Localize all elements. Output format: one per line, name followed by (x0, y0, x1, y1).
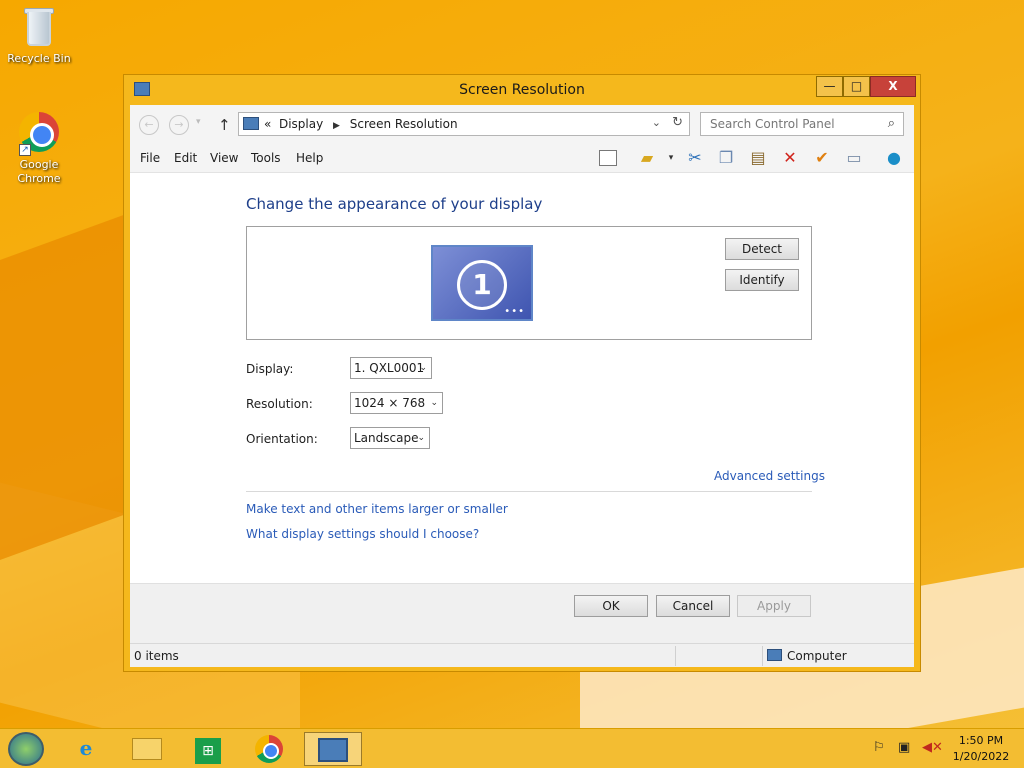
title-bar[interactable]: Screen Resolution — □ X (124, 75, 920, 105)
up-button[interactable]: ↑ (218, 116, 231, 134)
folder-views-icon[interactable]: ▰ (636, 147, 658, 169)
refresh-icon[interactable]: ↻ (672, 115, 683, 130)
page-title: Change the appearance of your display (246, 195, 543, 213)
navigation-bar: ← → ▾ ↑ « Display ▶ Screen Resolution ⌄ … (130, 105, 914, 145)
menu-edit[interactable]: Edit (174, 151, 197, 165)
search-icon[interactable]: ⌕ (888, 116, 895, 131)
chevron-down-icon: ⌄ (419, 363, 427, 373)
recent-pages-chevron-icon[interactable]: ▾ (196, 117, 201, 127)
monitor-1-icon[interactable]: 1 ••• (431, 245, 533, 321)
display-help-link[interactable]: What display settings should I choose? (246, 527, 479, 541)
dialog-footer: OK Cancel Apply (130, 583, 914, 643)
display-label: Display: (246, 362, 294, 376)
window-client-area: ← → ▾ ↑ « Display ▶ Screen Resolution ⌄ … (130, 105, 914, 667)
display-icon (243, 117, 259, 130)
breadcrumb-overflow[interactable]: « (264, 117, 271, 131)
monitor-preview: 1 ••• Detect Identify (246, 226, 812, 340)
screen-resolution-window: Screen Resolution — □ X ← → ▾ ↑ « Displa… (123, 74, 921, 672)
resolution-select-value: 1024 × 768 (354, 396, 426, 410)
detect-button[interactable]: Detect (725, 238, 799, 260)
delete-icon[interactable]: ✕ (779, 147, 801, 169)
desktop-icon-label: Recycle Bin (7, 52, 71, 65)
breadcrumb: « Display ▶ Screen Resolution (264, 117, 458, 131)
status-location: Computer (787, 649, 847, 663)
breadcrumb-separator-icon[interactable]: ▶ (333, 121, 340, 131)
internet-explorer-icon[interactable]: e (60, 732, 112, 766)
close-button[interactable]: X (870, 76, 916, 97)
monitor-dots-icon: ••• (504, 306, 525, 317)
computer-icon (767, 649, 782, 661)
taskbar: e ⊞ ⚐ ▣ ◀✕ 1:50 PM 1/20/2022 (0, 728, 1024, 768)
menu-tools[interactable]: Tools (251, 151, 281, 165)
divider (246, 491, 812, 492)
menu-help[interactable]: Help (296, 151, 323, 165)
window-title: Screen Resolution (459, 82, 585, 98)
clock-date: 1/20/2022 (952, 750, 1010, 763)
views-dropdown-icon[interactable]: ▾ (660, 147, 682, 169)
orientation-select-value: Landscape (354, 431, 419, 445)
breadcrumb-screen-resolution[interactable]: Screen Resolution (350, 117, 458, 131)
control-panel-taskbar-icon[interactable] (304, 732, 362, 766)
paste-icon[interactable]: ▤ (747, 147, 769, 169)
resolution-label: Resolution: (246, 397, 313, 411)
status-divider (675, 646, 676, 666)
menu-bar: File Edit View Tools Help ▰ ▾ ✂ ❐ ▤ ✕ ✔ … (130, 145, 914, 173)
system-clock[interactable]: 1:50 PM 1/20/2022 (948, 733, 1014, 765)
chevron-down-icon: ⌄ (430, 398, 438, 408)
rename-icon[interactable]: ▭ (843, 147, 865, 169)
display-select[interactable]: 1. QXL0001 ⌄ (350, 357, 432, 379)
chrome-icon: ↗ (19, 112, 59, 156)
orientation-select[interactable]: Landscape ⌄ (350, 427, 430, 449)
item-count: 0 items (134, 649, 179, 663)
network-icon[interactable]: ▣ (898, 740, 910, 755)
identify-button[interactable]: Identify (725, 269, 799, 291)
ok-button[interactable]: OK (574, 595, 648, 617)
shortcut-arrow-icon: ↗ (19, 144, 31, 156)
desktop-icon-recycle-bin[interactable]: Recycle Bin (2, 6, 76, 65)
resolution-select[interactable]: 1024 × 768 ⌄ (350, 392, 443, 414)
shell-icon[interactable]: ● (883, 147, 905, 169)
layout-pane-icon[interactable] (597, 147, 619, 169)
display-select-value: 1. QXL0001 (354, 361, 425, 375)
back-button[interactable]: ← (139, 115, 159, 135)
cut-icon[interactable]: ✂ (684, 147, 706, 169)
start-button[interactable] (8, 732, 44, 766)
store-icon[interactable]: ⊞ (182, 732, 234, 766)
search-placeholder: Search Control Panel (710, 117, 835, 131)
desktop-icon-label: Google Chrome (17, 158, 61, 185)
forward-button[interactable]: → (169, 115, 189, 135)
recycle-bin-icon (19, 6, 59, 50)
menu-file[interactable]: File (140, 151, 160, 165)
menu-view[interactable]: View (210, 151, 238, 165)
desktop-icon-google-chrome[interactable]: ↗ Google Chrome (2, 112, 76, 186)
volume-muted-icon[interactable]: ◀✕ (922, 740, 943, 755)
address-dropdown-icon[interactable]: ⌄ (652, 116, 661, 129)
advanced-settings-link[interactable]: Advanced settings (714, 469, 825, 483)
monitor-number: 1 (457, 260, 507, 310)
chrome-taskbar-icon[interactable] (243, 732, 295, 766)
status-bar: 0 items Computer (130, 643, 914, 667)
text-size-link[interactable]: Make text and other items larger or smal… (246, 502, 508, 516)
apply-button[interactable]: Apply (737, 595, 811, 617)
file-explorer-icon[interactable] (121, 732, 173, 766)
main-content: Change the appearance of your display 1 … (130, 173, 914, 583)
action-center-flag-icon[interactable]: ⚐ (873, 740, 885, 755)
orientation-label: Orientation: (246, 432, 318, 446)
cancel-button[interactable]: Cancel (656, 595, 730, 617)
maximize-button[interactable]: □ (843, 76, 870, 97)
address-bar[interactable]: « Display ▶ Screen Resolution ⌄ ↻ (238, 112, 690, 136)
minimize-button[interactable]: — (816, 76, 843, 97)
copy-icon[interactable]: ❐ (715, 147, 737, 169)
status-divider (762, 646, 763, 666)
chevron-down-icon: ⌄ (417, 433, 425, 443)
breadcrumb-display[interactable]: Display (279, 117, 323, 131)
checkmark-icon[interactable]: ✔ (811, 147, 833, 169)
search-input[interactable]: Search Control Panel ⌕ (700, 112, 904, 136)
clock-time: 1:50 PM (958, 734, 1004, 747)
